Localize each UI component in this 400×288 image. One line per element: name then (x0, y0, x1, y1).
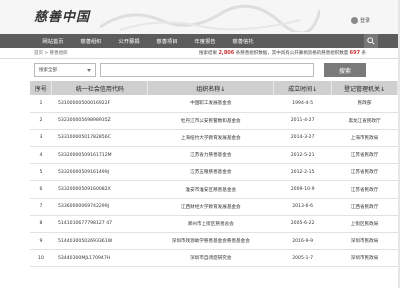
cell-credit-code: 53440300MJL170947H (51, 249, 148, 268)
nav-item-projects[interactable]: 慈善项目 (148, 37, 186, 45)
cell-no: 6 (30, 180, 52, 199)
cell-credit-code: 53310000501782856C (51, 129, 148, 148)
cell-authority: 民政部 (331, 95, 398, 113)
cell-no: 9 (30, 232, 52, 251)
cell-credit-code: 53320000509160082X (51, 180, 148, 199)
cell-authority: 上街区民政局 (331, 215, 398, 234)
search-row: 搜索全部 搜索 (0, 59, 400, 81)
site-header: 慈善中国 登录 (0, 0, 400, 34)
col-header-authority[interactable]: 登记管理机关↓ (331, 81, 398, 95)
cell-founded: 2005-6-22 (273, 215, 332, 234)
cell-founded: 2013-6-6 (273, 198, 332, 216)
table-row[interactable]: 3 53310000501782856C 上海纽约大学教育发展基金会 2014-3-2… (30, 129, 398, 148)
cell-org-name[interactable]: 中国职工发展基金会 (147, 95, 274, 113)
cell-credit-code: 5141010677798127 47 (51, 215, 148, 234)
cell-no: 4 (30, 146, 52, 165)
cell-founded: 1994-4-5 (273, 95, 332, 113)
nav-item-public-fundraising[interactable]: 公开募捐 (110, 37, 148, 45)
cell-credit-code: 51440300502693361W (51, 232, 148, 251)
result-stats: 搜索结果 2,806 条慈善组织数据，其中具有公开募捐资格的慈善组织数量 697… (199, 50, 366, 56)
cell-authority: 江苏省民政厅 (331, 180, 398, 199)
nav-item-organizations[interactable]: 慈善组织 (72, 37, 110, 45)
cell-no: 3 (30, 129, 52, 148)
cell-org-name[interactable]: 淮安市淮安区慈善基金会 (147, 180, 274, 199)
cell-authority: 上海市民政局 (331, 129, 398, 148)
cell-authority: 深圳市民政局 (331, 249, 398, 268)
login-link[interactable]: 登录 (350, 17, 370, 24)
search-input[interactable] (100, 63, 314, 77)
cell-founded: 2005-1-7 (273, 249, 332, 268)
table-row[interactable]: 5 53320000509161499J 江苏五粮慈善基金会 2012-2-15 江苏省… (30, 163, 398, 182)
table-row[interactable]: 7 53360000069742299J 江西财经大学教育发展基金会 2013-6-6… (30, 198, 398, 216)
table-row[interactable]: 2 53230000569898935Z 牡丹江市公安民警数和基金会 2011-4-2… (30, 112, 398, 130)
search-icon (367, 37, 375, 45)
cell-founded: 2011-4-27 (273, 112, 332, 130)
cell-org-name[interactable]: 上海纽约大学教育发展基金会 (147, 129, 274, 148)
breadcrumb[interactable]: 首页 > 慈善组织 (34, 50, 68, 56)
organization-table: 序号 统一社会信用代码 组织名称↓ 成立时间↓ 登记管理机关↓ 1 5310000… (30, 81, 398, 268)
ink-wash-decoration (100, 4, 320, 32)
cell-credit-code: 53320000509161712M (51, 146, 148, 165)
cell-credit-code: 53100000500016922F (51, 95, 148, 113)
cell-authority: 江西省民政厅 (331, 198, 398, 216)
cell-org-name[interactable]: 江苏省力慈善基金会 (147, 146, 274, 165)
col-header-no: 序号 (30, 81, 53, 95)
cell-credit-code: 53360000069742299J (51, 198, 148, 216)
cell-credit-code: 53320000509161499J (51, 163, 148, 182)
cell-credit-code: 53230000569898935Z (51, 112, 148, 130)
nav-item-annual-reports[interactable]: 年度报告 (186, 37, 224, 45)
cell-no: 1 (30, 95, 52, 113)
cell-org-name[interactable]: 江苏五粮慈善基金会 (147, 163, 274, 182)
cell-no: 2 (30, 112, 52, 130)
col-header-credit-code: 统一社会信用代码 (51, 81, 149, 95)
col-header-founded[interactable]: 成立时间↓ (273, 81, 333, 95)
user-icon (350, 17, 358, 24)
table-row[interactable]: 10 53440300MJL170947H 深圳市自闭症研究会 2005-1-7 深圳市… (30, 249, 398, 268)
cell-authority: 江苏省民政厅 (331, 163, 398, 182)
org-count: 2,806 (218, 50, 235, 56)
fundraising-org-count: 697 (349, 50, 361, 56)
cell-org-name[interactable]: 牡丹江市公安民警数和基金会 (147, 112, 274, 130)
breadcrumb-bar: 首页 > 慈善组织 搜索结果 2,806 条慈善组织数据，其中具有公开募捐资格的… (0, 48, 400, 59)
search-button[interactable]: 搜索 (324, 63, 366, 77)
cell-org-name[interactable]: 江西财经大学教育发展基金会 (147, 198, 274, 216)
search-scope-select[interactable]: 搜索全部 (34, 63, 96, 77)
cell-founded: 2016-9-9 (273, 232, 332, 251)
chevron-down-icon (87, 68, 91, 72)
table-row[interactable]: 9 51440300502693361W 深圳市残源助学慈善基金会慈善基金会 2016… (30, 232, 398, 251)
cell-authority: 江苏省民政厅 (331, 146, 398, 165)
cell-no: 10 (30, 249, 52, 268)
table-row[interactable]: 4 53320000509161712M 江苏省力慈善基金会 2012-5-21 江苏省… (30, 146, 398, 165)
cell-org-name[interactable]: 深圳市残源助学慈善基金会慈善基金会 (147, 232, 274, 251)
cell-founded: 2014-3-27 (273, 129, 332, 148)
search-scope-value: 搜索全部 (39, 68, 57, 73)
nav-item-home[interactable]: 网站首页 (34, 37, 72, 45)
cell-org-name[interactable]: 郑州市上街区慈善总会 (147, 215, 274, 234)
cell-authority: 黑龙江省民政厅 (331, 112, 398, 130)
cell-founded: 2009-10-9 (273, 180, 332, 199)
site-logo[interactable]: 慈善中国 (34, 6, 90, 25)
cell-no: 5 (30, 163, 52, 182)
nav-item-trusts[interactable]: 慈善信托 (224, 37, 262, 45)
table-row[interactable]: 1 53100000500016922F 中国职工发展基金会 1994-4-5 民政部 (30, 95, 398, 113)
table-row[interactable]: 6 53320000509160082X 淮安市淮安区慈善基金会 2009-10-9 江… (30, 180, 398, 199)
login-label: 登录 (359, 18, 370, 24)
cell-founded: 2012-5-21 (273, 146, 332, 165)
cell-no: 8 (30, 215, 52, 234)
col-header-org-name[interactable]: 组织名称↓ (147, 81, 275, 95)
main-nav: 网站首页 慈善组织 公开募捐 慈善项目 年度报告 慈善信托 (0, 34, 400, 48)
cell-founded: 2012-2-15 (273, 163, 332, 182)
table-header-row: 序号 统一社会信用代码 组织名称↓ 成立时间↓ 登记管理机关↓ (30, 81, 398, 95)
cell-org-name[interactable]: 深圳市自闭症研究会 (147, 249, 274, 268)
cell-authority: 深圳市民政局 (331, 232, 398, 251)
table-row[interactable]: 8 5141010677798127 47 郑州市上街区慈善总会 2005-6-22 上… (30, 215, 398, 234)
cell-no: 7 (30, 198, 52, 216)
nav-search-button[interactable] (364, 34, 378, 48)
